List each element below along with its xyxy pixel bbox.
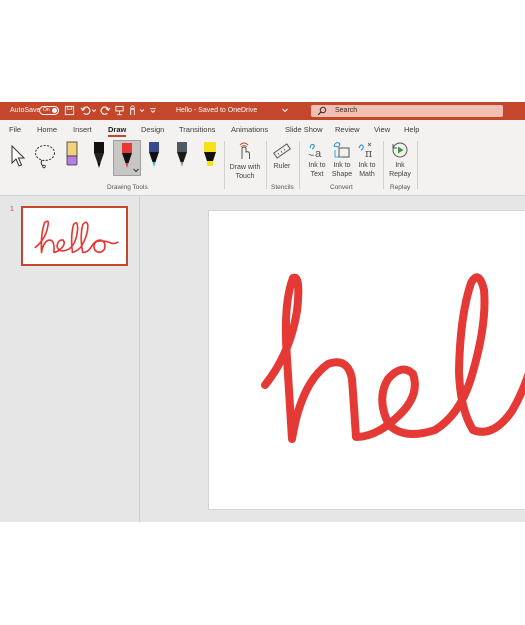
draw-with-touch-icon[interactable] [237,141,253,161]
draw-ribbon: Drawing Tools Draw with Touch Ruler Sten… [0,137,525,196]
ink-replay-line2: Replay [389,171,411,178]
tab-slide-show[interactable]: Slide Show [285,125,323,134]
ink-to-math-icon[interactable]: π [357,140,377,160]
tab-insert[interactable]: Insert [73,125,92,134]
title-chevron-down-icon[interactable] [281,105,289,116]
ink-to-text-icon[interactable]: a [307,140,327,160]
save-icon[interactable] [64,105,75,116]
ink-to-text-line1: Ink to [308,162,326,169]
red-pen-button-selected[interactable] [113,140,141,176]
ink-to-shape-icon[interactable] [332,140,352,160]
draw-with-touch-label[interactable]: Draw with Touch [225,163,265,181]
tab-draw[interactable]: Draw [108,125,126,134]
search-icon [317,106,327,116]
ink-to-shape-label[interactable]: Ink to Shape [328,161,356,179]
search-placeholder: Search [335,107,358,114]
replay-label: Replay [390,184,411,191]
draw-with-touch-line2: Touch [235,173,255,180]
tab-home[interactable]: Home [37,125,57,134]
ribbon-divider [299,141,300,189]
ink-to-math-line2: Math [359,171,375,178]
ink-to-shape-line1: Ink to [333,162,351,169]
ribbon-divider [383,141,384,189]
tab-file[interactable]: File [9,125,21,134]
toggle-knob [52,108,57,113]
presenter-icon[interactable] [114,105,125,116]
touch-mode-icon[interactable] [127,105,138,116]
ink-to-shape-line2: Shape [331,171,353,178]
drawing-tools-label: Drawing Tools [107,184,148,191]
ink-replay-icon[interactable] [390,140,410,160]
select-arrow-icon[interactable] [8,143,28,169]
galaxy-pen-icon[interactable] [146,141,162,171]
svg-text:a: a [315,148,322,160]
undo-dropdown-icon[interactable] [91,105,97,116]
slide-ink-hello [261,273,525,443]
ribbon-divider [266,141,267,189]
tab-help[interactable]: Help [404,125,419,134]
title-bar: AutoSave On Hello - Saved to OneDrive Se… [0,102,525,120]
undo-icon[interactable] [80,105,91,116]
touch-dropdown-icon[interactable] [139,105,145,116]
tab-design[interactable]: Design [141,125,164,134]
pencil-icon[interactable] [174,141,190,171]
highlighter-icon[interactable] [201,141,219,171]
lasso-icon[interactable] [33,143,57,169]
convert-label: Convert [330,184,353,191]
customize-toolbar-icon[interactable] [149,105,157,116]
autosave-toggle-label: On [43,107,50,113]
autosave-toggle[interactable]: On [39,106,59,115]
ink-to-text-label[interactable]: Ink to Text [303,161,331,179]
slide-thumbnail-1[interactable] [21,206,128,266]
draw-with-touch-line1: Draw with [229,164,261,171]
thumbnail-ink-hello [34,220,119,254]
redo-icon[interactable] [100,105,111,116]
ink-to-math-label[interactable]: Ink to Math [353,161,381,179]
stencils-label: Stencils [271,184,294,191]
autosave-label: AutoSave [10,107,41,114]
tab-transitions[interactable]: Transitions [179,125,215,134]
ribbon-tabs: File Home Insert Draw Design Transitions… [0,120,525,137]
ink-replay-line1: Ink [395,162,405,169]
svg-text:π: π [365,147,372,160]
pen-chevron-down-icon[interactable] [132,167,140,174]
document-title[interactable]: Hello - Saved to OneDrive [176,107,257,114]
search-box[interactable]: Search [311,105,503,117]
ribbon-divider [417,141,418,189]
eraser-icon[interactable] [64,141,80,171]
ruler-icon[interactable] [273,142,291,160]
slide-canvas[interactable] [208,210,525,510]
tab-view[interactable]: View [374,125,390,134]
tab-animations[interactable]: Animations [231,125,268,134]
ink-to-math-line1: Ink to [358,162,376,169]
ink-replay-label[interactable]: Ink Replay [386,161,414,179]
slide-number: 1 [10,206,14,213]
tab-review[interactable]: Review [335,125,360,134]
ruler-label[interactable]: Ruler [269,162,295,171]
ink-to-text-line2: Text [310,171,324,178]
powerpoint-window: AutoSave On Hello - Saved to OneDrive Se… [0,102,525,522]
black-pen-icon[interactable] [91,141,107,171]
